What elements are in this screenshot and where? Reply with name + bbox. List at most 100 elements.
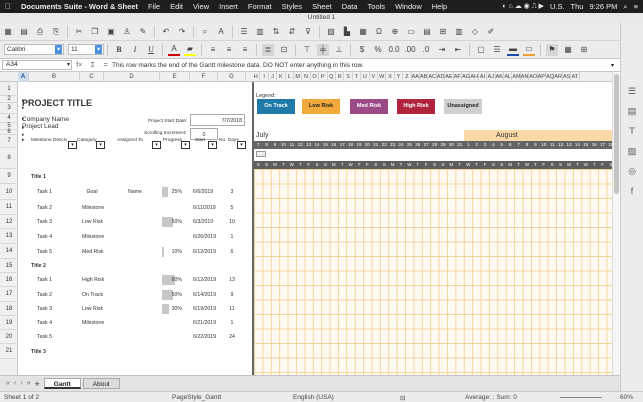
column-header-j[interactable]: J: [269, 72, 278, 82]
clear-format-icon[interactable]: ✎: [137, 26, 149, 38]
milestone-name[interactable]: Title 1: [31, 174, 46, 180]
progress-value[interactable]: 50%: [170, 292, 182, 298]
menu-tools[interactable]: Tools: [363, 2, 391, 11]
image-icon[interactable]: ▨: [325, 26, 337, 38]
tab-last-icon[interactable]: »: [27, 380, 31, 387]
duration-value[interactable]: 1: [226, 234, 238, 240]
gallery-icon[interactable]: ▨: [626, 145, 638, 157]
row-header-4[interactable]: 4: [0, 114, 18, 123]
conditional-format-icon[interactable]: ⚑: [546, 43, 558, 56]
milestone-name[interactable]: Task 4: [37, 320, 52, 326]
align-middle-icon[interactable]: ╪: [317, 43, 329, 56]
column-header-at[interactable]: AT: [571, 72, 580, 82]
column-header-an[interactable]: AN: [521, 72, 530, 82]
language[interactable]: English (USA): [293, 394, 334, 401]
column-header-ae[interactable]: AE: [445, 72, 454, 82]
vertical-scrollbar[interactable]: [612, 72, 620, 375]
indent-increase-icon[interactable]: ⇥: [436, 44, 448, 56]
column-header-ao[interactable]: AO: [529, 72, 538, 82]
tab-gantt[interactable]: Gantt: [43, 378, 81, 389]
column-header-f[interactable]: F: [190, 72, 218, 82]
progress-value[interactable]: 25%: [170, 189, 182, 195]
duration-value[interactable]: 24: [226, 334, 238, 340]
menu-help[interactable]: Help: [427, 2, 452, 11]
freeze-icon[interactable]: ⊞: [437, 26, 449, 38]
category-value[interactable]: Milestone: [82, 320, 104, 326]
selection-mode-icon[interactable]: ⊟: [400, 394, 405, 402]
category-value[interactable]: Low Risk: [82, 306, 103, 312]
menu-insert[interactable]: Insert: [214, 2, 243, 11]
special-char-icon[interactable]: Ω: [373, 26, 385, 38]
start-date-value[interactable]: 6/26/2019: [193, 234, 216, 240]
duration-value[interactable]: 1: [226, 320, 238, 326]
tab-about[interactable]: About: [82, 378, 120, 389]
milestone-name[interactable]: Task 5: [37, 249, 52, 255]
row-header-9[interactable]: 9: [0, 169, 18, 184]
milestone-name[interactable]: Task 1: [37, 189, 52, 195]
open-icon[interactable]: ⎙: [34, 26, 46, 38]
row-header-1[interactable]: 1: [0, 82, 18, 96]
row-header-11[interactable]: 11: [0, 200, 18, 215]
border-color-icon[interactable]: ▬: [507, 44, 519, 56]
background-color-icon[interactable]: ▭: [523, 44, 535, 56]
expand-formula-icon[interactable]: ▾: [611, 62, 614, 69]
column-header-ab[interactable]: AB: [420, 72, 429, 82]
zoom-level[interactable]: 60%: [620, 394, 633, 401]
menu-sheet[interactable]: Sheet: [307, 2, 337, 11]
milestone-name[interactable]: Title 2: [31, 263, 46, 269]
column-header-ap[interactable]: AP: [538, 72, 546, 82]
add-sheet-icon[interactable]: +: [35, 379, 40, 389]
autofilter-icon[interactable]: ⊽: [302, 26, 314, 38]
menu-format[interactable]: Format: [243, 2, 277, 11]
category-value[interactable]: Milestone: [82, 205, 104, 211]
column-header-d[interactable]: D: [104, 72, 160, 82]
column-header-t[interactable]: T: [353, 72, 362, 82]
input-flag-label[interactable]: U.S.: [550, 2, 565, 11]
formula-input[interactable]: This row marks the end of the Gantt mile…: [112, 62, 364, 69]
add-decimal-icon[interactable]: .00: [404, 44, 416, 56]
filter-dropdown-button[interactable]: ▾: [68, 141, 77, 149]
row-header-15[interactable]: 15: [0, 259, 18, 273]
filter-dropdown-button[interactable]: ▾: [152, 141, 161, 149]
menu-data[interactable]: Data: [337, 2, 363, 11]
functions-icon[interactable]: f: [626, 185, 638, 197]
row-header-17[interactable]: 17: [0, 287, 18, 302]
column-header-aj[interactable]: AJ: [487, 72, 496, 82]
column-header-n[interactable]: N: [302, 72, 311, 82]
scroll-marker[interactable]: [256, 151, 266, 157]
column-header-l[interactable]: L: [286, 72, 294, 82]
highlight-color-icon[interactable]: ▰: [184, 44, 196, 56]
progress-value[interactable]: 60%: [170, 277, 182, 283]
borders-icon[interactable]: ▢: [475, 44, 487, 56]
start-date-value[interactable]: 6/12/2019: [193, 277, 216, 283]
column-header-w[interactable]: W: [378, 72, 387, 82]
column-header-m[interactable]: M: [294, 72, 303, 82]
start-date-value[interactable]: 6/12/2019: [193, 249, 216, 255]
sidebar-menu-icon[interactable]: ☰: [626, 85, 638, 97]
clock-day[interactable]: Thu: [571, 2, 584, 11]
font-size-combo[interactable]: 11 ▾: [68, 44, 104, 55]
assigned-value[interactable]: Name: [128, 189, 142, 195]
row-header-14[interactable]: 14: [0, 244, 18, 259]
save-icon[interactable]: ▤: [18, 26, 30, 38]
row-header-2[interactable]: 2: [0, 96, 18, 103]
column-header-af[interactable]: AF: [454, 72, 462, 82]
category-value[interactable]: Low Risk: [82, 219, 103, 225]
tab-prev-icon[interactable]: ‹: [14, 380, 16, 387]
column-header-k[interactable]: K: [277, 72, 286, 82]
progress-value[interactable]: 10%: [170, 249, 182, 255]
row-header-7[interactable]: 7: [0, 135, 18, 148]
category-value[interactable]: On Track: [82, 292, 103, 298]
indent-decrease-icon[interactable]: ⇤: [452, 44, 464, 56]
equals-icon[interactable]: =: [104, 62, 108, 69]
remove-decimal-icon[interactable]: .0: [420, 44, 432, 56]
merge-cells-icon[interactable]: ⊡: [278, 44, 290, 56]
duration-value[interactable]: 6: [226, 249, 238, 255]
milestone-name[interactable]: Task 5: [37, 334, 52, 340]
filter-dropdown-button[interactable]: ▾: [237, 141, 246, 149]
column-header-ai[interactable]: AI: [479, 72, 488, 82]
start-date-value[interactable]: 6/19/2019: [193, 306, 216, 312]
filter-dropdown-button[interactable]: ▾: [96, 141, 105, 149]
split-icon[interactable]: ▥: [453, 26, 465, 38]
currency-icon[interactable]: $: [356, 44, 368, 56]
